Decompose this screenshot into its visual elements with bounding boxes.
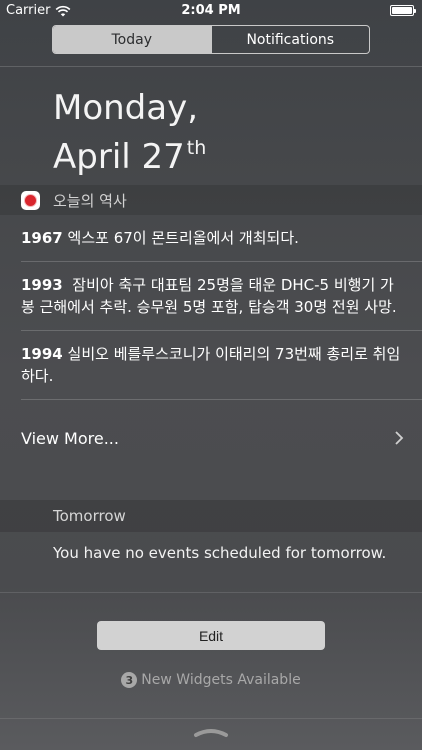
tab-today[interactable]: Today xyxy=(53,26,211,53)
date-weekday: Monday, xyxy=(53,88,199,128)
date-month-day: April 27 xyxy=(53,137,185,177)
tomorrow-title: Tomorrow xyxy=(53,507,126,525)
widget-title: 오늘의 역사 xyxy=(53,191,127,210)
battery-icon xyxy=(390,5,416,16)
new-widgets-label: New Widgets Available xyxy=(141,672,301,688)
tomorrow-header: Tomorrow xyxy=(0,500,422,532)
list-item[interactable]: 1993 잠비아 축구 대표팀 25명을 태운 DHC-5 비행기 가봉 근해에… xyxy=(21,262,401,330)
new-widgets-count-badge: 3 xyxy=(121,672,138,688)
tab-notifications[interactable]: Notifications xyxy=(210,26,370,53)
event-text: 잠비아 축구 대표팀 25명을 태운 DHC-5 비행기 가봉 근해에서 추락.… xyxy=(21,276,397,316)
header-divider xyxy=(0,66,422,67)
widget-header[interactable]: 오늘의 역사 xyxy=(0,185,422,215)
edit-button[interactable]: Edit xyxy=(97,621,325,650)
list-item[interactable]: 1994 실비오 베를루스코니가 이태리의 73번째 총리로 취임하다. xyxy=(21,331,401,399)
view-segmented-control: Today Notifications xyxy=(52,25,370,54)
handle-divider xyxy=(0,718,422,719)
status-bar: Carrier 2:04 PM xyxy=(0,0,422,22)
history-event-list: 1967 엑스포 67이 몬트리올에서 개최되다. 1993 잠비아 축구 대표… xyxy=(21,215,422,400)
event-year: 1993 xyxy=(21,276,63,294)
date-ordinal-suffix: th xyxy=(186,137,207,159)
status-time: 2:04 PM xyxy=(181,3,241,18)
view-more-link[interactable]: View More... xyxy=(21,418,404,458)
date-heading: Monday, April 27th xyxy=(53,88,206,177)
view-more-label: View More... xyxy=(21,428,119,448)
event-year: 1994 xyxy=(21,345,63,363)
app-icon-emblem xyxy=(24,193,37,207)
tomorrow-empty-message: You have no events scheduled for tomorro… xyxy=(53,544,387,562)
event-text: 엑스포 67이 몬트리올에서 개최되다. xyxy=(67,229,299,247)
list-item[interactable]: 1967 엑스포 67이 몬트리올에서 개최되다. xyxy=(21,215,401,261)
event-divider xyxy=(21,399,422,400)
date-month-day-line: April 27th xyxy=(53,128,206,177)
grabber-icon[interactable] xyxy=(193,726,229,738)
app-icon xyxy=(21,190,40,210)
new-widgets-notice[interactable]: 3 New Widgets Available xyxy=(0,672,422,688)
event-text: 실비오 베를루스코니가 이태리의 73번째 총리로 취임하다. xyxy=(21,345,401,385)
chevron-right-icon xyxy=(395,431,404,445)
section-divider xyxy=(0,592,422,593)
event-year: 1967 xyxy=(21,229,63,247)
